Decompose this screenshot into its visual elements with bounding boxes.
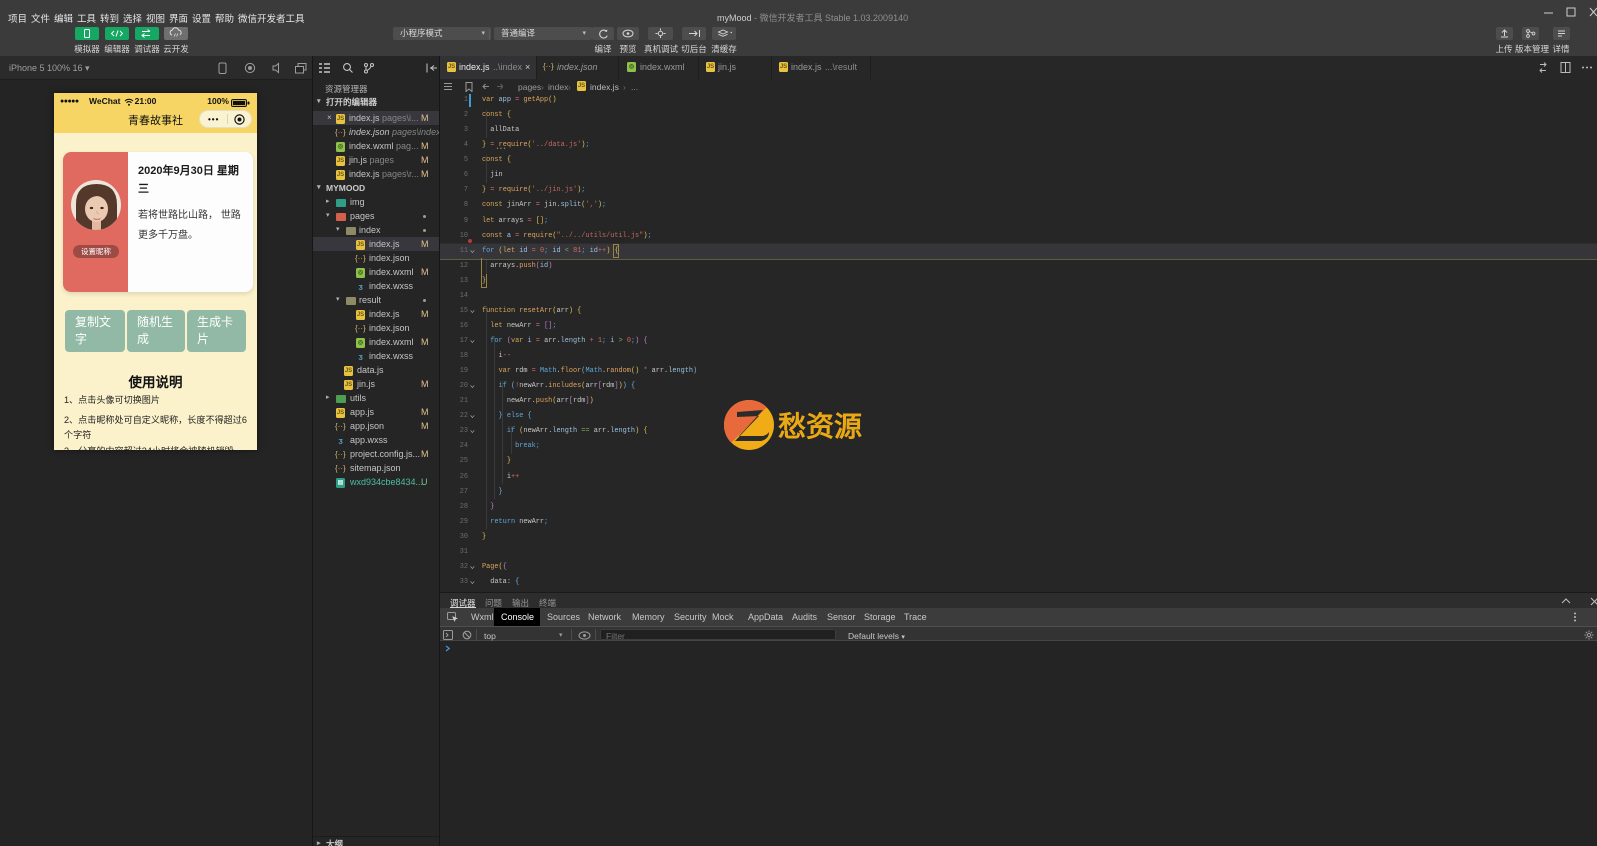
svg-text:愁资源: 愁资源 (778, 411, 862, 442)
